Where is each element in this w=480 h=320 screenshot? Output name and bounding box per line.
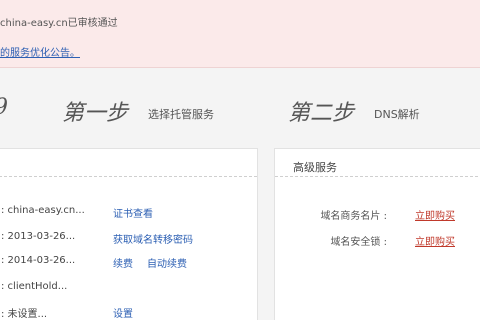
notice-link[interactable]: 的服务优化公告。 [0,44,80,59]
service-label: 域名安全锁 : [330,237,387,248]
info-row-setting: : 未设置... 设置 [0,305,259,320]
domain-info-panel: : china-easy.cn... 证书查看 : 2013-03-26... … [0,148,258,320]
info-value: : 未设置... [1,309,48,320]
advanced-services-header: 高级服务 [275,149,480,177]
view-certificate-link[interactable]: 证书查看 [113,205,153,220]
get-transfer-code-link[interactable]: 获取域名转移密码 [113,231,193,246]
info-row-status: : clientHold... [0,281,259,297]
step-edge-glyph: 9 [0,95,8,120]
step-1-title: 第一步 [62,101,129,126]
info-row-domain: : china-easy.cn... 证书查看 [0,205,259,221]
domain-info-header [0,149,257,177]
service-row-security-lock: 域名安全锁 : 立即购买 [275,233,480,249]
info-value: : clientHold... [1,281,68,292]
renew-link[interactable]: 续费 [113,255,133,270]
steps-bar: 9 第一步 选择托管服务 第二步 DNS解析 [0,68,480,150]
advanced-services-title: 高级服务 [293,161,337,174]
info-value: : 2013-03-26... [1,231,76,242]
buy-business-card-link[interactable]: 立即购买 [415,207,455,222]
notice-text: china-easy.cn已审核通过 [0,18,118,29]
step-1-desc: 选择托管服务 [148,108,214,121]
step-2-title: 第二步 [288,101,355,126]
info-value: : china-easy.cn... [1,205,85,216]
info-value: : 2014-03-26... [1,255,76,266]
notice-banner: china-easy.cn已审核通过 的服务优化公告。 [0,0,480,68]
buy-security-lock-link[interactable]: 立即购买 [415,233,455,248]
info-row-registered: : 2013-03-26... 获取域名转移密码 [0,231,259,247]
settings-link[interactable]: 设置 [113,305,133,320]
service-row-business-card: 域名商务名片 : 立即购买 [275,207,480,223]
advanced-services-panel: 高级服务 域名商务名片 : 立即购买 域名安全锁 : 立即购买 [274,148,480,320]
auto-renew-link[interactable]: 自动续费 [147,255,187,270]
service-label: 域名商务名片 : [320,211,387,222]
step-2-desc: DNS解析 [374,108,420,121]
info-row-expires: : 2014-03-26... 续费 自动续费 [0,255,259,271]
